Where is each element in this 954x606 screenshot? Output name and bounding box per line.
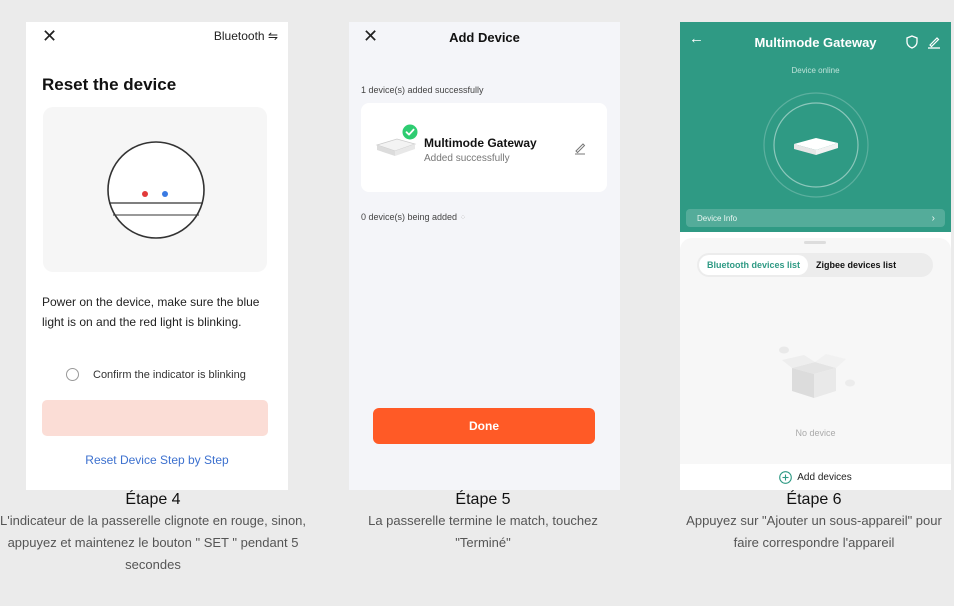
confirm-label: Confirm the indicator is blinking [93,368,246,381]
tab-zigbee-devices[interactable]: Zigbee devices list [816,260,896,270]
chevron-right-icon: › [931,212,935,224]
add-circle-icon [779,470,793,484]
device-list-tabs: Bluetooth devices list Zigbee devices li… [697,253,933,277]
bluetooth-label: Bluetooth [213,29,265,43]
being-added-text: 0 device(s) being added ⁘ [361,212,467,222]
page-title: Add Device [449,30,520,45]
caption-step-6: Étape 6 Appuyez sur "Ajouter un sous-app… [664,490,954,554]
device-name: Multimode Gateway [424,136,537,150]
step-title: Étape 4 [125,491,181,508]
next-button-disabled[interactable] [42,400,268,436]
step-title: Étape 5 [455,491,511,508]
add-devices-button[interactable]: Add devices [680,464,951,490]
close-icon[interactable]: ✕ [42,26,57,46]
device-info-label: Device Info [697,213,738,223]
subdevice-sheet: Bluetooth devices list Zigbee devices li… [680,238,951,490]
caption-step-5: Étape 5 La passerelle termine le match, … [338,490,628,554]
page-title: Reset the device [42,75,177,94]
confirm-indicator-option[interactable]: Confirm the indicator is blinking [66,368,246,381]
sheet-handle[interactable] [804,241,826,244]
step-description: Appuyez sur "Ajouter un sous-appareil" p… [686,513,942,550]
step-description: L'indicateur de la passerelle clignote e… [0,513,307,572]
gateway-header: ← Multimode Gateway Device online Device… [680,22,951,232]
loading-spinner-icon: ⁘ [459,213,467,222]
screen-reset-device: ✕ Bluetooth ⇋ Reset the device Power on … [26,22,288,490]
edit-icon[interactable] [927,35,941,49]
bluetooth-toggle[interactable]: Bluetooth ⇋ [214,29,278,43]
tab-bluetooth-devices[interactable]: Bluetooth devices list [699,255,809,275]
device-illustration [43,107,267,272]
shield-icon[interactable] [906,35,918,49]
add-devices-label: Add devices [797,471,852,483]
check-icon [402,124,418,140]
screen-gateway: ← Multimode Gateway Device online Device… [680,22,951,490]
device-online-status: Device online [791,66,840,75]
radio-button[interactable] [66,368,79,381]
device-status: Added successfully [424,153,510,164]
gateway-device-image [763,92,869,198]
done-button[interactable]: Done [373,408,595,444]
device-info-bar[interactable]: Device Info › [686,209,945,227]
empty-box-icon [779,346,855,398]
empty-state-text: No device [795,428,836,438]
reset-step-by-step-link[interactable]: Reset Device Step by Step [26,453,288,467]
screen-add-device: ✕ Add Device 1 device(s) added successfu… [349,22,620,490]
added-count-text: 1 device(s) added successfully [361,85,484,95]
edit-icon[interactable] [573,141,587,155]
bluetooth-icon: ⇋ [267,29,278,43]
step-description: La passerelle termine le match, touchez … [368,513,598,550]
device-card[interactable]: Multimode Gateway Added successfully [361,103,607,192]
instruction-text: Power on the device, make sure the blue … [42,295,260,329]
caption-step-4: Étape 4 L'indicateur de la passerelle cl… [0,490,306,576]
step-title: Étape 6 [786,491,842,508]
